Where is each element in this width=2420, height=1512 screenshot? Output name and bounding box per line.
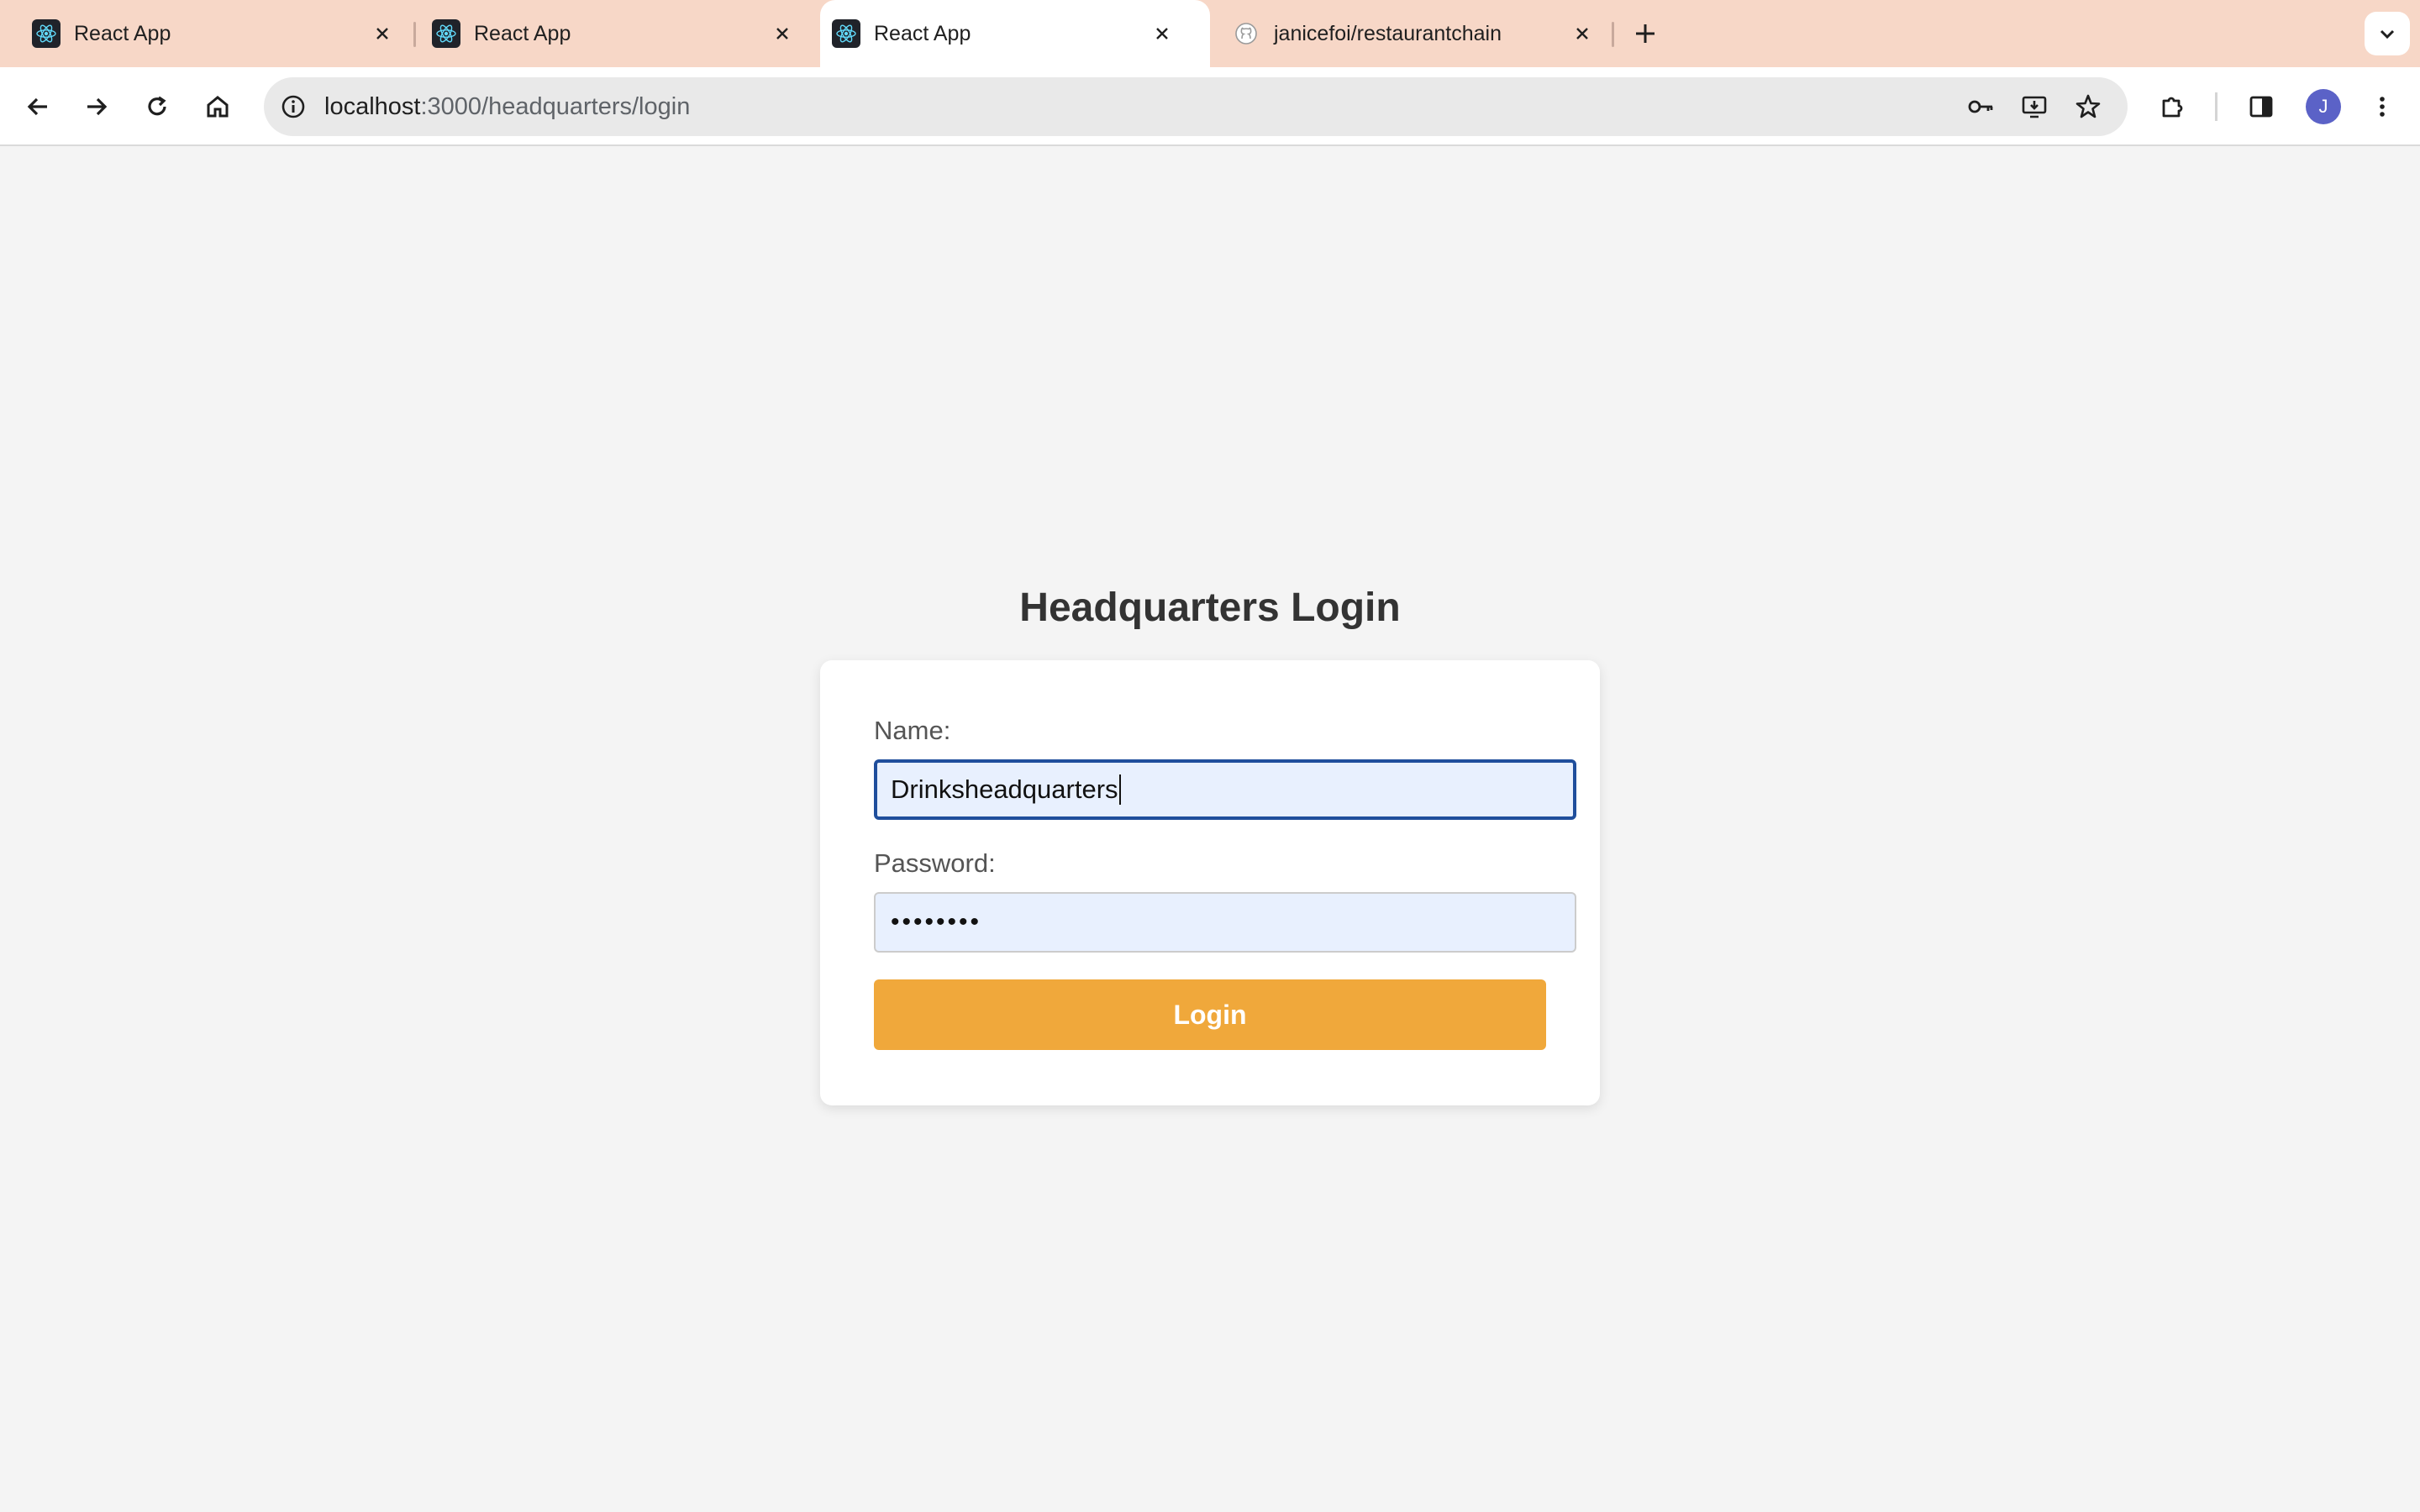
tab-title: React App [74,22,171,45]
tab-strip: React App React App React App janicefoi/… [0,0,2420,67]
home-button[interactable] [197,86,239,128]
site-info-icon[interactable] [276,89,311,124]
bookmark-star-icon[interactable] [2069,87,2107,126]
close-icon[interactable] [770,21,795,46]
tab-react-app-1[interactable]: React App [0,0,412,67]
url-path: :3000/headquarters/login [420,93,691,120]
back-button[interactable] [17,86,59,128]
react-icon [432,19,460,48]
install-app-icon[interactable] [2015,87,2054,126]
arrow-right-icon [87,97,108,116]
address-bar[interactable]: localhost:3000/headquarters/login [264,77,2128,136]
password-label: Password: [874,848,996,878]
close-icon[interactable] [1570,21,1595,46]
name-input[interactable]: Drinksheadquarters [874,759,1576,820]
more-vert-icon [2380,97,2385,117]
tab-search-button[interactable] [2365,12,2410,55]
url-text[interactable]: localhost:3000/headquarters/login [324,92,690,121]
close-icon[interactable] [370,21,395,46]
login-card: Name: Drinksheadquarters Password: •••••… [820,660,1600,1105]
name-label: Name: [874,716,951,745]
url-host: localhost [324,93,421,120]
menu-button[interactable] [2361,86,2403,128]
github-icon [1232,19,1260,48]
page-title: Headquarters Login [1019,585,1401,630]
tab-title: React App [474,22,571,45]
login-button[interactable]: Login [874,979,1546,1050]
new-tab-button[interactable] [1630,18,1660,49]
password-key-icon[interactable] [1961,87,2000,126]
browser-toolbar: localhost:3000/headquarters/login J [0,67,2420,146]
reload-button[interactable] [136,86,178,128]
close-icon[interactable] [1150,21,1175,46]
arrow-left-icon [27,97,47,116]
tab-separator [1612,22,1614,47]
react-icon [32,19,60,48]
password-input[interactable]: •••••••• [874,892,1576,953]
extensions-button[interactable] [2151,86,2193,128]
text-caret [1118,774,1121,805]
puzzle-icon [2162,97,2183,118]
name-input-value: Drinksheadquarters [891,774,1118,804]
side-panel-button[interactable] [2240,86,2282,128]
home-icon [207,96,229,118]
react-icon [832,19,860,48]
side-panel-icon [2249,96,2273,118]
password-input-value: •••••••• [891,908,982,936]
tab-title: React App [874,22,971,45]
tab-react-app-active[interactable]: React App [820,0,1210,67]
tab-title: janicefoi/restaurantchain [1274,22,1502,45]
reload-icon [148,96,166,116]
forward-button[interactable] [76,86,118,128]
plus-icon [1636,24,1655,43]
toolbar-divider [2215,92,2217,121]
tab-react-app-2[interactable]: React App [400,0,812,67]
tab-github-repo[interactable]: janicefoi/restaurantchain [1210,0,1613,67]
chevron-down-icon [2380,29,2395,39]
profile-avatar[interactable]: J [2306,89,2341,124]
